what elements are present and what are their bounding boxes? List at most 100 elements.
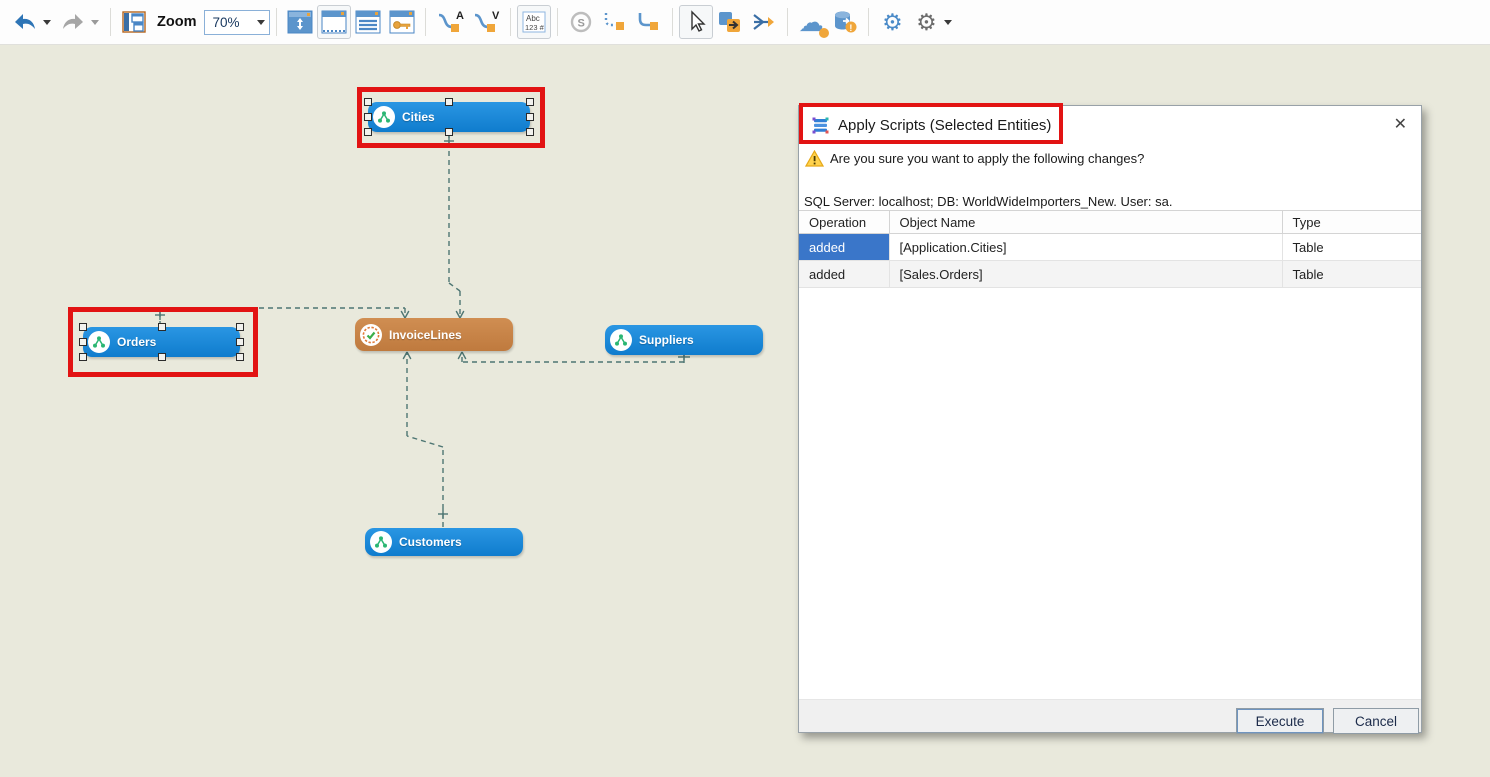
column-header[interactable]: Type xyxy=(1282,211,1421,234)
select-cursor-button[interactable] xyxy=(679,5,713,39)
route-descending-button[interactable]: V xyxy=(468,5,504,39)
zoom-caret-icon xyxy=(257,20,265,25)
toolbar-separator xyxy=(276,8,277,36)
entity-label: Customers xyxy=(399,535,462,549)
database-alert-icon: ! xyxy=(831,9,859,35)
undo-icon xyxy=(13,11,37,33)
entity-keys-view-icon xyxy=(388,9,416,35)
table-cell[interactable]: added xyxy=(799,261,889,288)
auto-layout-s-button[interactable]: S xyxy=(564,5,598,39)
settings-button[interactable]: ⚙ xyxy=(909,5,943,39)
toolbar-separator xyxy=(868,8,869,36)
table-share-icon xyxy=(614,333,628,347)
entity-label: Suppliers xyxy=(639,333,694,347)
dialog-titlebar[interactable]: Apply Scripts (Selected Entities) ✕ xyxy=(799,106,1421,144)
selection-handle[interactable] xyxy=(364,98,372,106)
selection-handle[interactable] xyxy=(236,353,244,361)
invoicelines-entity[interactable]: InvoiceLines xyxy=(355,318,513,351)
entity-keys-view-button[interactable] xyxy=(385,5,419,39)
curved-connector-icon xyxy=(635,9,663,35)
merge-model-button[interactable] xyxy=(747,5,781,39)
toolbar-separator xyxy=(672,8,673,36)
sync-settings-gear-icon: ⚙ xyxy=(882,11,903,34)
entity-attributes-view-icon xyxy=(354,9,382,35)
selection-handle[interactable] xyxy=(236,338,244,346)
copy-model-icon xyxy=(716,9,744,35)
selection-handle[interactable] xyxy=(236,323,244,331)
svg-text:V: V xyxy=(492,10,500,22)
table-share-icon xyxy=(374,535,388,549)
toolbar-separator xyxy=(110,8,111,36)
selection-handle[interactable] xyxy=(445,98,453,106)
selection-handle[interactable] xyxy=(364,128,372,136)
apply-scripts-icon xyxy=(812,117,829,134)
svg-text:A: A xyxy=(456,10,464,22)
curved-connector-button[interactable] xyxy=(632,5,666,39)
selection-handle[interactable] xyxy=(364,113,372,121)
table-cell[interactable]: [Sales.Orders] xyxy=(889,261,1282,288)
table-cell[interactable]: Table xyxy=(1282,261,1421,288)
table-cell[interactable]: added xyxy=(799,234,889,261)
database-alert-button[interactable]: ! xyxy=(828,5,862,39)
close-icon[interactable]: ✕ xyxy=(1394,116,1407,134)
name-format-button[interactable]: Abc 123 # xyxy=(517,5,551,39)
connection-info: SQL Server: localhost; DB: WorldWideImpo… xyxy=(804,194,1172,209)
table-share-icon xyxy=(92,335,106,349)
selection-handle[interactable] xyxy=(526,128,534,136)
customers-entity[interactable]: Customers xyxy=(365,528,523,556)
merge-model-icon xyxy=(750,9,778,35)
name-format-icon: Abc 123 # xyxy=(520,10,548,34)
table-cell[interactable]: [Application.Cities] xyxy=(889,234,1282,261)
selection-handle[interactable] xyxy=(445,128,453,136)
selection-handle[interactable] xyxy=(158,353,166,361)
execute-button[interactable]: Execute xyxy=(1236,708,1324,734)
column-header[interactable]: Object Name xyxy=(889,211,1282,234)
route-ascending-icon: A xyxy=(435,9,465,35)
selection-handle[interactable] xyxy=(79,323,87,331)
dotted-connector-button[interactable] xyxy=(598,5,632,39)
redo-icon xyxy=(61,11,85,33)
entity-label: Orders xyxy=(117,335,156,349)
undo-dropdown-caret[interactable] xyxy=(43,20,51,25)
table-cell[interactable]: Table xyxy=(1282,234,1421,261)
column-header[interactable]: Operation xyxy=(799,211,889,234)
entity-icon-bubble xyxy=(370,531,392,553)
entity-attributes-view-button[interactable] xyxy=(351,5,385,39)
entity-icon-bubble xyxy=(373,106,395,128)
undo-button[interactable] xyxy=(8,5,42,39)
select-cursor-icon xyxy=(683,9,709,35)
selection-handle[interactable] xyxy=(526,98,534,106)
redo-dropdown-caret[interactable] xyxy=(91,20,99,25)
zoom-value: 70% xyxy=(212,15,239,30)
entity-compact-view-button[interactable] xyxy=(317,5,351,39)
table-row[interactable]: added[Sales.Orders]Table xyxy=(799,261,1421,288)
entity-icon-bubble xyxy=(360,324,382,346)
warning-row: Are you sure you want to apply the follo… xyxy=(805,150,1144,167)
route-ascending-button[interactable]: A xyxy=(432,5,468,39)
svg-text:!: ! xyxy=(850,23,853,33)
cancel-button[interactable]: Cancel xyxy=(1333,708,1419,734)
entity-compact-view-icon xyxy=(320,9,348,35)
warning-text: Are you sure you want to apply the follo… xyxy=(830,151,1144,166)
panel-layout-button[interactable] xyxy=(117,5,151,39)
selection-handle[interactable] xyxy=(79,338,87,346)
main-toolbar: Zoom 70% xyxy=(0,0,1490,45)
entity-resize-view-icon xyxy=(286,9,314,35)
svg-text:Abc: Abc xyxy=(526,14,540,23)
copy-model-button[interactable] xyxy=(713,5,747,39)
table-row[interactable]: added[Application.Cities]Table xyxy=(799,234,1421,261)
zoom-combobox[interactable]: 70% xyxy=(204,10,270,35)
svg-text:123 #: 123 # xyxy=(525,23,545,32)
sync-settings-button[interactable]: ⚙ xyxy=(875,5,909,39)
zoom-label: Zoom xyxy=(157,14,196,30)
settings-dropdown-caret[interactable] xyxy=(944,20,952,25)
selection-handle[interactable] xyxy=(158,323,166,331)
selection-handle[interactable] xyxy=(526,113,534,121)
toolbar-separator xyxy=(557,8,558,36)
entity-resize-view-button[interactable] xyxy=(283,5,317,39)
redo-button[interactable] xyxy=(56,5,90,39)
table-share-icon xyxy=(377,110,391,124)
cloud-upload-button[interactable]: ☁ xyxy=(794,5,828,39)
suppliers-entity[interactable]: Suppliers xyxy=(605,325,763,355)
selection-handle[interactable] xyxy=(79,353,87,361)
